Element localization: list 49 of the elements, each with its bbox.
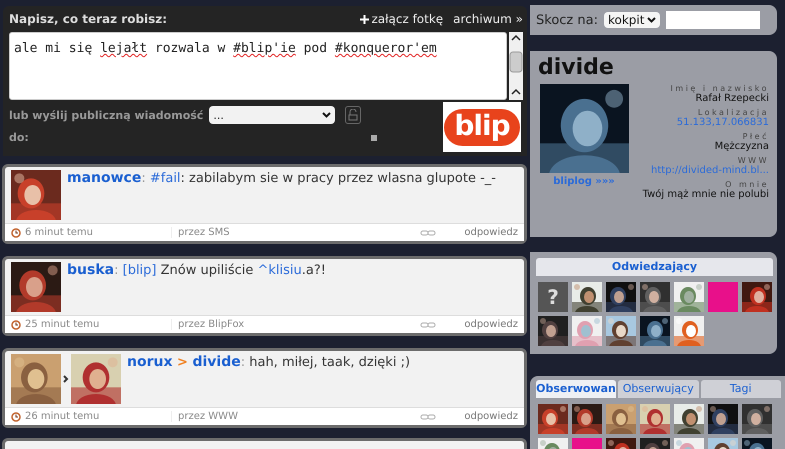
- post-source: przez BlipFox: [171, 319, 378, 330]
- detail-label: Płeć: [742, 132, 769, 141]
- clock-icon: [11, 228, 21, 238]
- detail-value: Mężczyzna: [714, 141, 769, 152]
- reply-link[interactable]: odpowiedz: [464, 227, 518, 238]
- profile-name: divide: [538, 55, 615, 80]
- compose-title: Napisz, co teraz robisz:: [9, 12, 168, 26]
- logo[interactable]: blip: [443, 102, 521, 152]
- post-message: norux > divide: hah, miłej, taak, dzięki ;): [127, 354, 410, 372]
- chevron-icon: [63, 375, 69, 383]
- detail-value: Rafał Rzepecki: [696, 93, 769, 104]
- tab[interactable]: Tagi: [700, 380, 781, 398]
- search-field[interactable]: [666, 11, 760, 29]
- plus-icon: [360, 14, 370, 24]
- post-time: 6 minut temu: [25, 227, 93, 238]
- attach-photo-link[interactable]: załącz fotkę: [360, 12, 444, 26]
- jump-label: Skocz na:: [536, 12, 598, 28]
- reply-link[interactable]: odpowiedz: [464, 411, 518, 422]
- jump-select[interactable]: kokpit: [604, 12, 660, 28]
- tab[interactable]: Obserwujący: [618, 380, 698, 398]
- link-icon[interactable]: [420, 230, 436, 236]
- reply-link[interactable]: odpowiedz: [464, 319, 518, 330]
- clock-icon: [11, 412, 21, 422]
- recipient-label: lub wyślij publiczną wiadomość: [9, 108, 204, 122]
- archive-link[interactable]: archiwum »: [453, 12, 523, 26]
- post-message: buska: [blip] Znów upiliście ^klisiu.a?!: [67, 262, 326, 280]
- clear-icon[interactable]: [371, 134, 377, 140]
- link-icon[interactable]: [420, 414, 436, 420]
- visitors-header: Odwiedzający: [536, 258, 773, 276]
- lock-button[interactable]: [345, 106, 362, 124]
- post-time: 25 minut temu: [25, 319, 100, 330]
- clock-icon: [11, 320, 21, 330]
- to-label: do:: [9, 131, 30, 144]
- caret-icon: [322, 112, 332, 118]
- detail-label: WWW: [738, 156, 769, 165]
- default-avatar[interactable]: ?: [538, 282, 568, 312]
- detail-label: Lokalizacja: [698, 108, 769, 117]
- post-time: 26 minut temu: [25, 411, 100, 422]
- tab[interactable]: Obserwowan: [536, 380, 616, 398]
- post-source: przez WWW: [171, 411, 378, 422]
- detail-value: Twój mąż mnie nie polubi: [642, 189, 769, 200]
- post-source: przez SMS: [171, 227, 378, 238]
- detail-label: O mnie: [725, 180, 769, 189]
- caret-icon: [647, 17, 656, 23]
- link-icon[interactable]: [420, 322, 436, 328]
- post-message: manowce: #fail: zabilabym sie w pracy przez wlasna glupote -_-: [67, 170, 496, 188]
- recipient-select[interactable]: ...: [209, 106, 336, 124]
- detail-label: Imię i nazwisko: [670, 84, 769, 93]
- message-field[interactable]: ale mi się lejałt rozwala w #blip'ie pod #konqueror'em: [9, 32, 507, 100]
